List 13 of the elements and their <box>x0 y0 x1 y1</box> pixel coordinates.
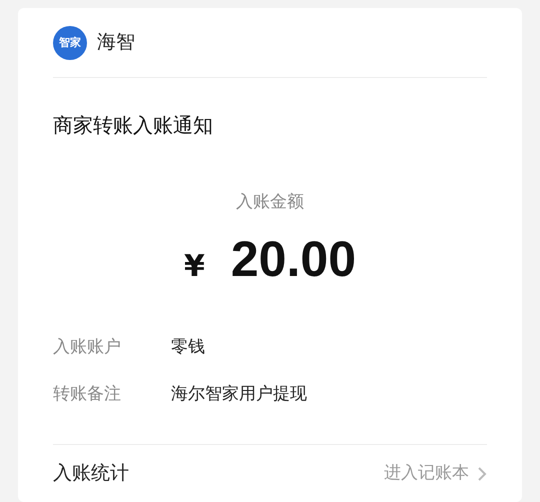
logo-text: 智家 <box>59 37 81 48</box>
chevron-right-icon <box>477 466 487 482</box>
detail-value: 零钱 <box>171 336 205 358</box>
ledger-link[interactable]: 进入记账本 <box>384 460 487 486</box>
detail-label: 转账备注 <box>53 383 122 406</box>
amount-label: 入账金额 <box>236 191 304 214</box>
notice-title: 商家转账入账通知 <box>53 113 213 137</box>
stats-label: 入账统计 <box>53 461 129 486</box>
detail-label: 入账账户 <box>53 336 122 358</box>
currency-symbol: ¥ <box>184 248 205 286</box>
amount-value: 20.00 <box>230 230 356 288</box>
detail-value: 海尔智家用户提现 <box>171 383 307 406</box>
app-name: 海智 <box>97 30 135 56</box>
